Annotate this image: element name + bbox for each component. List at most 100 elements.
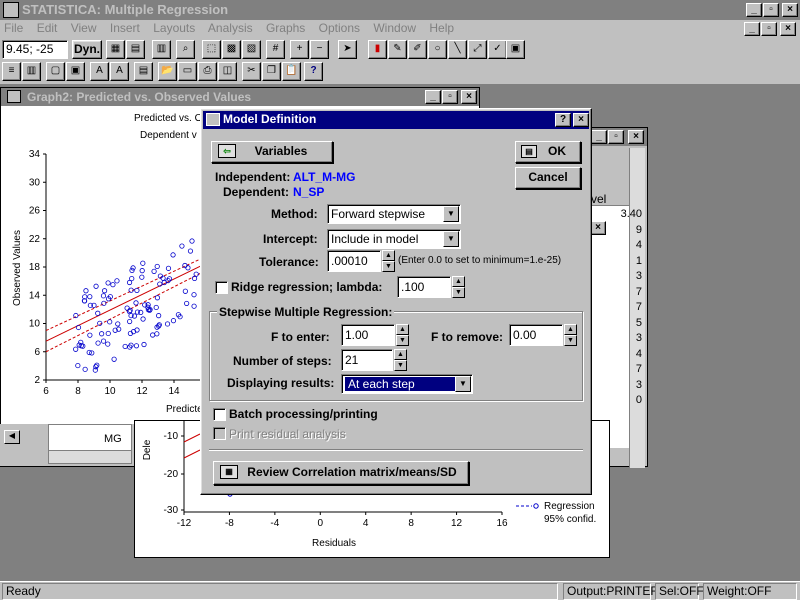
menu-view[interactable]: View	[71, 21, 97, 35]
sheet-cell[interactable]: 4	[636, 348, 642, 360]
scatter-point	[134, 309, 141, 315]
menu-insert[interactable]: Insert	[110, 21, 140, 35]
method-dropdown-icon[interactable]: ▼	[443, 206, 459, 222]
sheet-cell[interactable]: 3	[636, 332, 642, 344]
color-bars-icon[interactable]: ▥	[22, 62, 41, 81]
child-restore-button[interactable]: ▫	[761, 22, 777, 36]
brush-icon[interactable]: ✐	[408, 40, 427, 59]
intercept-select[interactable]: Include in model ▼	[327, 229, 461, 249]
menu-file[interactable]: File	[4, 21, 23, 35]
sheet-minimize-button[interactable]: _	[591, 130, 607, 144]
graph-edit-icon[interactable]: ▩	[222, 40, 241, 59]
variables-button[interactable]: ⇦ Variables	[211, 141, 333, 163]
print-preview-icon[interactable]: ◫	[218, 62, 237, 81]
menu-help[interactable]: Help	[429, 21, 454, 35]
pointer-icon[interactable]: ➤	[338, 40, 357, 59]
zoom-in-icon[interactable]: +	[290, 40, 309, 59]
dialog-help-button[interactable]: ?	[555, 113, 571, 127]
bars-icon[interactable]: ≡	[2, 62, 21, 81]
paste-icon[interactable]: 📋	[282, 62, 301, 81]
tolerance-input[interactable]: .00010	[327, 250, 381, 272]
sheet-cell[interactable]: 7	[636, 363, 642, 375]
menu-options[interactable]: Options	[319, 21, 360, 35]
table-icon[interactable]: ▥	[152, 40, 171, 59]
sheet-close-button[interactable]: ×	[628, 130, 644, 144]
row-label-mg: MG	[104, 433, 122, 445]
font-down-icon[interactable]: A	[110, 62, 129, 81]
sheet-cell[interactable]: 1	[636, 255, 642, 267]
document-icon[interactable]: ▤	[126, 40, 145, 59]
sheet-maximize-button[interactable]: ▫	[608, 130, 624, 144]
menu-window[interactable]: Window	[373, 21, 416, 35]
f-remove-input[interactable]: 0.00	[509, 324, 563, 346]
print-icon[interactable]: ⎙	[198, 62, 217, 81]
pencil-icon[interactable]: ✎	[388, 40, 407, 59]
check-tool-icon[interactable]: ✓	[488, 40, 507, 59]
sheet-cell[interactable]: 0	[636, 394, 642, 406]
frame-icon[interactable]: ▢	[46, 62, 65, 81]
graph-icon[interactable]: ▦	[106, 40, 125, 59]
chart-tool-icon[interactable]: ▮	[368, 40, 387, 59]
dyn-button[interactable]: Dyn.	[72, 40, 102, 59]
graph2-close-button[interactable]: ×	[461, 90, 477, 104]
menu-analysis[interactable]: Analysis	[208, 21, 253, 35]
child-close-button[interactable]: ×	[780, 22, 796, 36]
batch-checkbox[interactable]	[213, 408, 226, 421]
graph2-minimize-button[interactable]: _	[425, 90, 441, 104]
app-minimize-button[interactable]: _	[746, 3, 762, 17]
app-maximize-button[interactable]: ▫	[763, 3, 779, 17]
frames-icon[interactable]: ▣	[66, 62, 85, 81]
resid-x-tick-label: -12	[177, 518, 192, 529]
font-up-icon[interactable]: A	[90, 62, 109, 81]
cancel-button[interactable]: Cancel	[515, 167, 581, 189]
menu-graphs[interactable]: Graphs	[266, 21, 305, 35]
menu-layouts[interactable]: Layouts	[153, 21, 195, 35]
zoom-out-icon[interactable]: −	[310, 40, 329, 59]
copy-icon[interactable]: ❐	[262, 62, 281, 81]
lock-tool-icon[interactable]: ▣	[506, 40, 525, 59]
f-enter-input[interactable]: 1.00	[341, 324, 395, 346]
menu-edit[interactable]: Edit	[37, 21, 58, 35]
dialog-close-button[interactable]: ×	[573, 113, 589, 127]
sheet-inner-close-button[interactable]: ×	[590, 221, 606, 235]
sheet-cell[interactable]: 7	[636, 301, 642, 313]
zoom-icon[interactable]: ⌕	[176, 40, 195, 59]
sheet-cell[interactable]: 5	[636, 317, 642, 329]
display-select[interactable]: At each step ▼	[341, 374, 473, 394]
ok-icon: ▤	[521, 145, 537, 158]
open-folder-icon[interactable]: ▭	[178, 62, 197, 81]
line-tool-icon[interactable]: ╲	[448, 40, 467, 59]
method-select[interactable]: Forward stepwise ▼	[327, 204, 461, 224]
graph2-maximize-button[interactable]: ▫	[442, 90, 458, 104]
steps-spinner[interactable]: ▲ ▼	[394, 349, 407, 371]
grid-icon[interactable]: #	[266, 40, 285, 59]
intercept-dropdown-icon[interactable]: ▼	[443, 231, 459, 247]
sheet-cell[interactable]: 3	[636, 379, 642, 391]
display-dropdown-icon[interactable]: ▼	[455, 376, 471, 392]
graph-copy-icon[interactable]: ▧	[242, 40, 261, 59]
sheet-cell[interactable]: 7	[636, 286, 642, 298]
cut-icon[interactable]: ✂	[242, 62, 261, 81]
sheet-cell[interactable]: 3.40	[621, 208, 642, 220]
ridge-checkbox[interactable]	[215, 281, 228, 294]
select-region-icon[interactable]: ⬚	[202, 40, 221, 59]
review-button[interactable]: ▦ Review Correlation matrix/means/SD	[213, 461, 469, 485]
tolerance-spinner[interactable]: ▲ ▼	[382, 250, 395, 272]
fit-tool-icon[interactable]: ⤢	[468, 40, 487, 59]
sheet-cell[interactable]: 4	[636, 239, 642, 251]
circle-tool-icon[interactable]: ○	[428, 40, 447, 59]
child-minimize-button[interactable]: _	[744, 22, 760, 36]
ridge-input[interactable]: .100	[397, 276, 451, 298]
f-enter-spinner[interactable]: ▲ ▼	[396, 324, 409, 346]
steps-input[interactable]: 21	[341, 349, 393, 371]
scatter-point	[107, 319, 113, 325]
open-icon[interactable]: 📂	[158, 62, 177, 81]
f-remove-spinner[interactable]: ▲ ▼	[564, 324, 577, 346]
app-close-button[interactable]: ×	[782, 3, 798, 17]
layout-icon[interactable]: ▤	[134, 62, 153, 81]
sheet-cell[interactable]: 3	[636, 270, 642, 282]
help-icon[interactable]: ?	[304, 62, 323, 81]
ok-button[interactable]: ▤ OK	[515, 141, 581, 163]
sheet-cell[interactable]: 9	[636, 224, 642, 236]
ridge-spinner[interactable]: ▲ ▼	[452, 276, 465, 298]
